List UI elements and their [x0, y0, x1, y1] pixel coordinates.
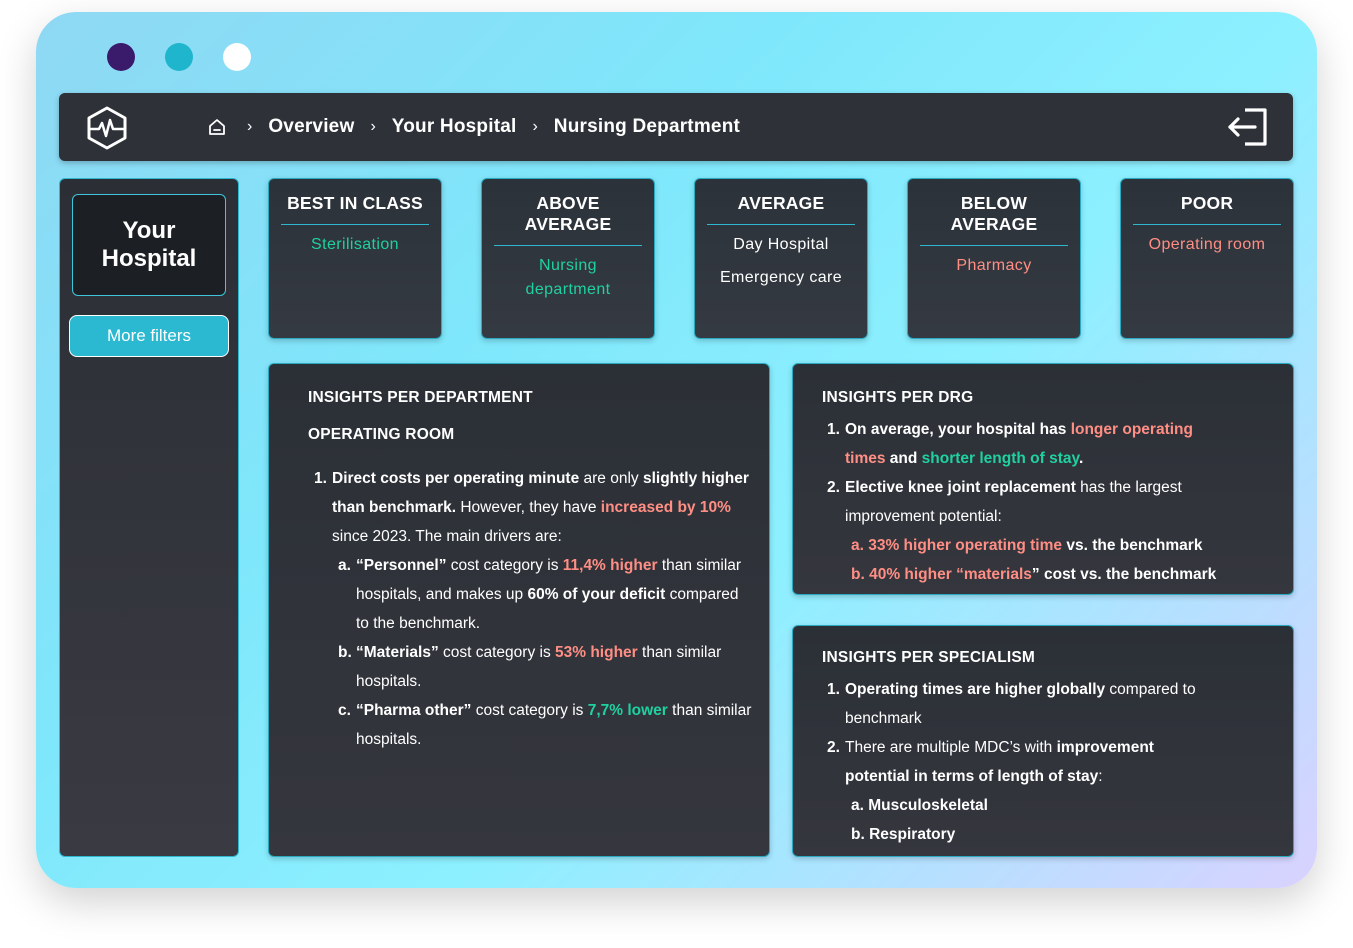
logout-icon[interactable]	[1227, 106, 1271, 148]
panel-title: INSIGHTS PER DRG	[822, 389, 974, 406]
category-item-nursing-line2[interactable]: department	[482, 278, 654, 302]
sidebar: Your Hospital More filters	[59, 178, 239, 857]
home-icon[interactable]	[207, 117, 227, 137]
top-navigation-bar: › Overview › Your Hospital › Nursing Dep…	[59, 93, 1293, 161]
hospital-label-line2: Hospital	[101, 245, 197, 272]
category-above-average[interactable]: ABOVE AVERAGE Nursing department	[481, 178, 655, 339]
category-item-nursing-line1[interactable]: Nursing	[482, 254, 654, 278]
category-item-operating-room[interactable]: Operating room	[1121, 233, 1293, 257]
breadcrumb-nursing-department[interactable]: Nursing Department	[554, 116, 740, 138]
category-item-sterilisation[interactable]: Sterilisation	[269, 233, 441, 257]
category-title: BELOW AVERAGE	[920, 193, 1068, 246]
category-title: POOR	[1133, 193, 1281, 225]
more-filters-button[interactable]: More filters	[69, 315, 229, 357]
category-best-in-class[interactable]: BEST IN CLASS Sterilisation	[268, 178, 442, 339]
chevron-right-icon: ›	[532, 118, 538, 135]
chevron-right-icon: ›	[370, 118, 376, 135]
heartbeat-logo-icon[interactable]	[85, 106, 129, 150]
panel-subtitle: OPERATING ROOM	[308, 426, 455, 443]
breadcrumb-overview[interactable]: Overview	[268, 116, 354, 138]
hospital-label-line1: Your	[122, 217, 176, 244]
breadcrumb-your-hospital[interactable]: Your Hospital	[392, 116, 517, 138]
category-item-emergency-care[interactable]: Emergency care	[695, 261, 867, 294]
chevron-right-icon: ›	[247, 118, 253, 135]
category-item-day-hospital[interactable]: Day Hospital	[695, 228, 867, 261]
category-below-average[interactable]: BELOW AVERAGE Pharmacy	[907, 178, 1081, 339]
your-hospital-card[interactable]: Your Hospital	[72, 194, 226, 296]
panel-title: INSIGHTS PER SPECIALISM	[822, 649, 1036, 666]
panel-title: INSIGHTS PER DEPARTMENT	[308, 389, 533, 406]
insights-per-drg-panel: INSIGHTS PER DRG 1. On average, your hos…	[792, 363, 1294, 595]
category-average[interactable]: AVERAGE Day Hospital Emergency care	[694, 178, 868, 339]
category-title: ABOVE AVERAGE	[494, 193, 642, 246]
insights-per-department-panel: INSIGHTS PER DEPARTMENT OPERATING ROOM 1…	[268, 363, 770, 857]
window-dot-purple[interactable]	[107, 43, 135, 71]
window-dot-white[interactable]	[223, 43, 251, 71]
category-item-pharmacy[interactable]: Pharmacy	[908, 254, 1080, 278]
category-poor[interactable]: POOR Operating room	[1120, 178, 1294, 339]
insights-per-specialism-panel: INSIGHTS PER SPECIALISM 1. Operating tim…	[792, 625, 1294, 857]
category-title: BEST IN CLASS	[281, 193, 429, 225]
category-title: AVERAGE	[707, 193, 855, 225]
window-dot-teal[interactable]	[165, 43, 193, 71]
breadcrumb: › Overview › Your Hospital › Nursing Dep…	[207, 93, 756, 161]
